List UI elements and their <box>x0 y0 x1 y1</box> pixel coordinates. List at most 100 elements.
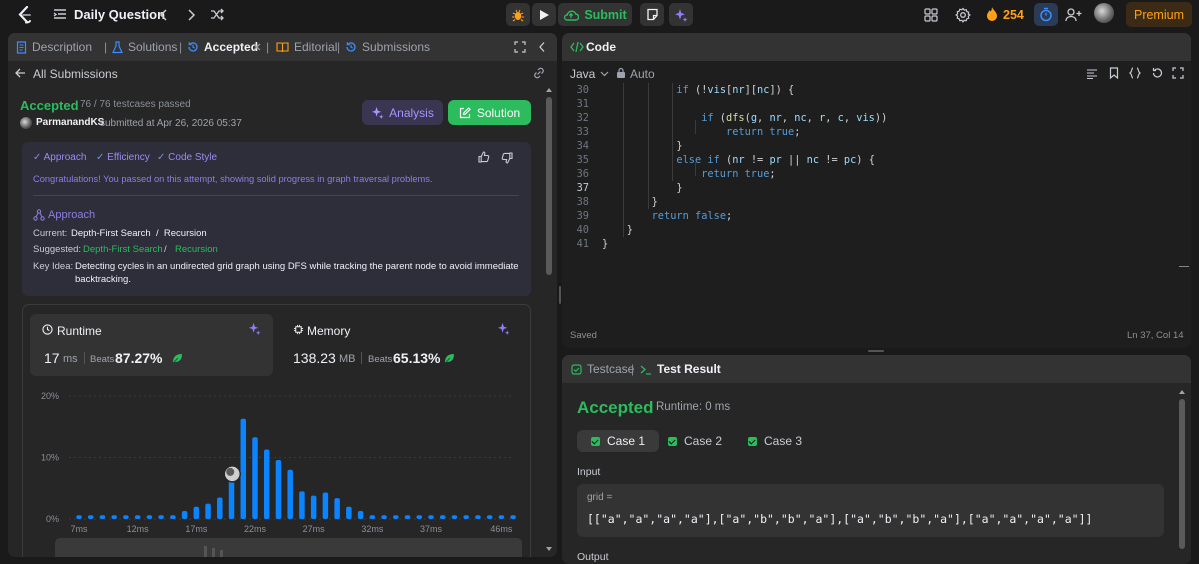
distribution-bar[interactable] <box>486 515 493 519</box>
code-line[interactable]: 34 } <box>562 139 1162 153</box>
distribution-bar[interactable] <box>498 515 505 519</box>
distribution-bar[interactable] <box>170 515 176 519</box>
distribution-bar[interactable] <box>275 459 282 519</box>
braces-icon[interactable] <box>1128 67 1142 82</box>
bookmark-icon[interactable] <box>1109 67 1119 82</box>
user-avatar[interactable] <box>1094 3 1114 23</box>
thumbs-up-icon[interactable] <box>478 151 490 166</box>
code-preview-scrollbox[interactable] <box>55 538 522 557</box>
distribution-bar[interactable] <box>463 515 469 519</box>
distribution-bar[interactable] <box>451 515 458 519</box>
code-line[interactable]: 38 } <box>562 195 1162 209</box>
topbar-title[interactable]: Daily Question <box>74 7 165 22</box>
tab-test-result[interactable]: Test Result <box>640 362 721 376</box>
case-3-tab[interactable]: Case 3 <box>734 430 816 452</box>
distribution-bar[interactable] <box>475 515 481 519</box>
distribution-bar[interactable] <box>369 515 376 519</box>
author-name[interactable]: ParmanandKS <box>36 117 104 128</box>
distribution-bar[interactable] <box>87 515 94 519</box>
distribution-bar[interactable] <box>310 495 317 519</box>
test-scrollbar-track[interactable] <box>1177 387 1187 564</box>
code-line[interactable]: 36 return true; <box>562 167 1162 181</box>
distribution-bar[interactable] <box>205 503 211 519</box>
test-scrollbar-thumb[interactable] <box>1179 399 1185 549</box>
streak-fire-icon[interactable] <box>986 6 998 22</box>
distribution-bar[interactable] <box>99 515 106 519</box>
solution-button[interactable]: Solution <box>448 100 531 125</box>
distribution-bar[interactable] <box>252 437 258 519</box>
case-2-tab[interactable]: Case 2 <box>654 430 736 452</box>
distribution-bar[interactable] <box>439 515 446 519</box>
left-scrollbar-thumb[interactable] <box>546 97 552 275</box>
distribution-bar[interactable] <box>146 515 153 519</box>
tab-accepted[interactable]: Accepted <box>187 40 258 54</box>
shuffle-icon[interactable] <box>210 8 224 21</box>
distribution-bar[interactable] <box>193 506 200 519</box>
layout-grid-icon[interactable] <box>924 8 938 22</box>
thumbs-down-icon[interactable] <box>501 152 513 167</box>
debug-button[interactable] <box>506 3 530 26</box>
distribution-bar[interactable] <box>217 497 223 519</box>
left-scrollbar-track[interactable] <box>544 85 554 557</box>
all-submissions-link[interactable]: All Submissions <box>33 67 118 81</box>
tab-editorial[interactable]: Editorial <box>276 40 337 54</box>
ai-assist-button[interactable] <box>669 3 693 26</box>
tab-description[interactable]: Description <box>16 40 92 54</box>
author-avatar[interactable] <box>20 117 32 129</box>
distribution-bar[interactable] <box>322 492 329 519</box>
case-1-tab[interactable]: Case 1 <box>577 430 660 452</box>
leetcode-logo[interactable] <box>16 5 34 25</box>
analysis-button[interactable]: Analysis <box>362 100 443 125</box>
distribution-bar[interactable] <box>428 515 434 519</box>
next-question-icon[interactable] <box>186 8 196 22</box>
chip-efficiency[interactable]: ✓ Efficiency <box>96 152 150 163</box>
notes-button[interactable] <box>640 3 664 26</box>
code-line[interactable]: 40 } <box>562 223 1162 237</box>
code-line[interactable]: 31 <box>562 97 1162 111</box>
tab-testcase[interactable]: Testcase <box>571 362 634 376</box>
code-line[interactable]: 33 return true; <box>562 125 1162 139</box>
distribution-bar[interactable] <box>416 515 423 519</box>
distribution-bar[interactable] <box>287 469 293 519</box>
code-line[interactable]: 30 if (!vis[nr][nc]) { <box>562 83 1162 97</box>
horizontal-splitter[interactable] <box>562 348 1191 354</box>
collapse-panel-icon[interactable] <box>538 41 546 56</box>
splitter-handle[interactable] <box>868 350 884 352</box>
splitter-handle[interactable] <box>559 286 561 304</box>
tab-solutions[interactable]: Solutions <box>112 40 177 54</box>
run-button[interactable] <box>532 3 556 26</box>
runtime-ai-icon[interactable] <box>248 322 261 338</box>
code-line[interactable]: 35 else if (nr != pr || nc != pc) { <box>562 153 1162 167</box>
distribution-bar[interactable] <box>134 515 141 519</box>
code-title[interactable]: Code <box>586 40 616 54</box>
distribution-bar[interactable] <box>123 515 129 519</box>
distribution-bar[interactable] <box>111 515 117 519</box>
distribution-bar[interactable] <box>404 515 411 519</box>
memory-ai-icon[interactable] <box>497 322 510 338</box>
add-friend-icon[interactable] <box>1065 7 1082 22</box>
code-line[interactable]: 41} <box>562 237 1162 251</box>
maximize-icon[interactable] <box>514 41 526 56</box>
code-line[interactable]: 37 } <box>562 181 1162 195</box>
distribution-bar[interactable] <box>510 515 516 519</box>
tab-submissions[interactable]: Submissions <box>345 40 430 54</box>
distribution-bar[interactable] <box>334 498 340 519</box>
chip-code-style[interactable]: ✓ Code Style <box>157 152 217 163</box>
premium-button[interactable]: Premium <box>1126 2 1192 27</box>
share-link-icon[interactable] <box>532 67 546 82</box>
timer-button[interactable] <box>1034 3 1058 26</box>
settings-gear-icon[interactable] <box>955 7 971 23</box>
distribution-bar[interactable] <box>181 511 188 519</box>
distribution-bar[interactable] <box>393 515 399 519</box>
close-tab-icon[interactable] <box>252 41 262 55</box>
distribution-bar[interactable] <box>228 478 235 519</box>
code-line[interactable]: 32 if (dfs(g, nr, nc, r, c, vis)) <box>562 111 1162 125</box>
fullscreen-icon[interactable] <box>1172 67 1184 82</box>
chip-approach[interactable]: ✓ Approach <box>33 152 86 163</box>
code-line[interactable]: 39 return false; <box>562 209 1162 223</box>
distribution-bar[interactable] <box>357 511 364 519</box>
code-editor[interactable]: 30 if (!vis[nr][nc]) {31 32 if (dfs(g, nr… <box>562 83 1176 323</box>
distribution-bar[interactable] <box>299 491 305 519</box>
distribution-bar[interactable] <box>263 449 270 519</box>
distribution-bar[interactable] <box>381 515 387 519</box>
